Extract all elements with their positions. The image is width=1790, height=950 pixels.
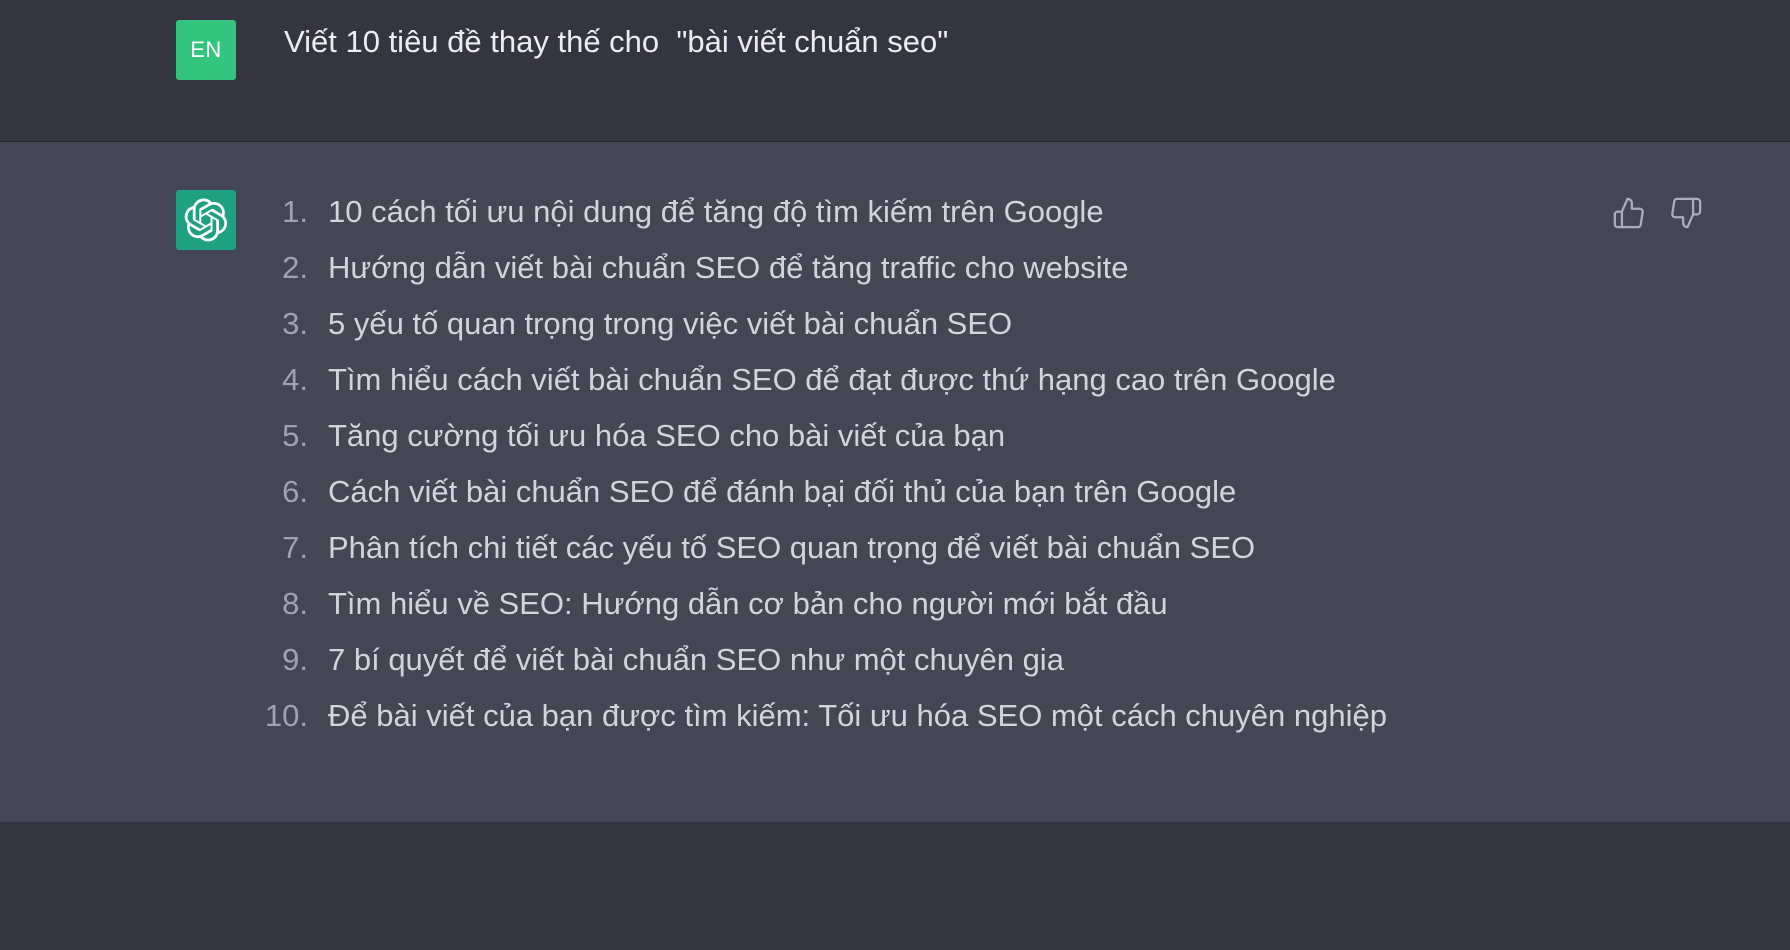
thumbs-up-icon	[1613, 197, 1644, 229]
openai-logo-icon	[184, 198, 228, 242]
list-item: 8. Tìm hiểu về SEO: Hướng dẫn cơ bản cho …	[250, 586, 1387, 642]
user-avatar: EN	[176, 20, 236, 80]
list-item-text: Tăng cường tối ưu hóa SEO cho bài viết c…	[328, 418, 1006, 453]
list-item-text: 5 yếu tố quan trọng trong việc viết bài …	[328, 306, 1013, 341]
list-item: 1. 10 cách tối ưu nội dung để tăng độ tìm…	[250, 194, 1387, 250]
list-item-text: Cách viết bài chuẩn SEO để đánh bại đối …	[328, 474, 1237, 509]
assistant-message-row: 1. 10 cách tối ưu nội dung để tăng độ tìm…	[0, 142, 1790, 822]
chat-page: EN Viết 10 tiêu đề thay thế cho "bài viế…	[0, 0, 1790, 950]
list-item: 7. Phân tích chi tiết các yếu tố SEO quan…	[250, 530, 1387, 586]
list-item: 3. 5 yếu tố quan trọng trong việc viết bà…	[250, 306, 1387, 362]
list-item: 6. Cách viết bài chuẩn SEO để đánh bại đố…	[250, 474, 1387, 530]
list-item: 10. Để bài viết của bạn được tìm kiếm: Tố…	[250, 698, 1387, 754]
list-item-number: 4.	[282, 362, 308, 397]
list-item-text: 7 bí quyết để viết bài chuẩn SEO như một…	[328, 642, 1064, 677]
list-item-text: Tìm hiểu về SEO: Hướng dẫn cơ bản cho ng…	[328, 586, 1168, 621]
list-item-number: 1.	[282, 194, 308, 229]
user-message-row: EN Viết 10 tiêu đề thay thế cho "bài viế…	[0, 0, 1790, 142]
input-area-background	[0, 822, 1790, 950]
list-item-number: 10.	[264, 698, 308, 733]
list-item-text: Hướng dẫn viết bài chuẩn SEO để tăng tra…	[328, 250, 1129, 285]
thumbs-down-icon	[1671, 197, 1702, 229]
list-item-text: Phân tích chi tiết các yếu tố SEO quan t…	[328, 530, 1256, 565]
list-item-text: Để bài viết của bạn được tìm kiếm: Tối ư…	[328, 698, 1387, 733]
list-item: 2. Hướng dẫn viết bài chuẩn SEO để tăng t…	[250, 250, 1387, 306]
list-item-text: 10 cách tối ưu nội dung để tăng độ tìm k…	[328, 194, 1104, 229]
assistant-avatar	[176, 190, 236, 250]
list-item-number: 9.	[282, 642, 308, 677]
thumbs-up-button[interactable]	[1610, 194, 1648, 232]
list-item: 4. Tìm hiểu cách viết bài chuẩn SEO để đạ…	[250, 362, 1387, 418]
list-item-number: 8.	[282, 586, 308, 621]
list-item-number: 5.	[282, 418, 308, 453]
list-item-number: 7.	[282, 530, 308, 565]
user-message-text: Viết 10 tiêu đề thay thế cho "bài viết c…	[284, 24, 949, 59]
list-item-number: 3.	[282, 306, 308, 341]
list-item-text: Tìm hiểu cách viết bài chuẩn SEO để đạt …	[328, 362, 1336, 397]
list-item: 5. Tăng cường tối ưu hóa SEO cho bài viết…	[250, 418, 1387, 474]
list-item-number: 6.	[282, 474, 308, 509]
answer-list: 1. 10 cách tối ưu nội dung để tăng độ tìm…	[250, 194, 1387, 754]
list-item: 9. 7 bí quyết để viết bài chuẩn SEO như m…	[250, 642, 1387, 698]
list-item-number: 2.	[282, 250, 308, 285]
thumbs-down-button[interactable]	[1667, 194, 1705, 232]
